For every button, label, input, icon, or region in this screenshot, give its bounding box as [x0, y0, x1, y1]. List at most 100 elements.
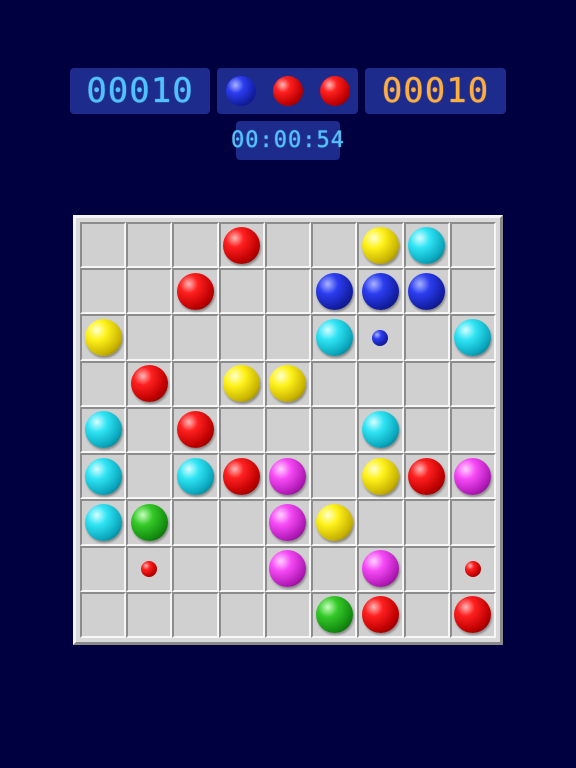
- ball-red[interactable]: [177, 272, 215, 310]
- ball-yellow[interactable]: [315, 503, 353, 541]
- board-cell[interactable]: [126, 314, 173, 361]
- board-cell[interactable]: [311, 591, 358, 638]
- board-cell[interactable]: [311, 360, 358, 407]
- board-cell[interactable]: [80, 314, 127, 361]
- ball-red[interactable]: [177, 411, 215, 449]
- board-cell[interactable]: [403, 591, 450, 638]
- ball-magenta[interactable]: [454, 457, 492, 495]
- ball-red[interactable]: [223, 226, 261, 264]
- board-cell[interactable]: [80, 591, 127, 638]
- ball-cyan[interactable]: [177, 457, 215, 495]
- board-cell[interactable]: [311, 499, 358, 546]
- ball-cyan[interactable]: [84, 503, 122, 541]
- board-cell[interactable]: [357, 499, 404, 546]
- ball-blue[interactable]: [315, 272, 353, 310]
- board-cell[interactable]: [357, 453, 404, 500]
- board-cell[interactable]: [264, 360, 312, 407]
- board-cell[interactable]: [403, 314, 450, 361]
- board-cell[interactable]: [449, 545, 496, 592]
- board-cell[interactable]: [403, 545, 450, 592]
- ball-red[interactable]: [408, 457, 446, 495]
- board-cell[interactable]: [449, 268, 496, 315]
- board-cell[interactable]: [264, 406, 312, 454]
- board-cell[interactable]: [172, 453, 219, 500]
- board-cell[interactable]: [449, 453, 496, 500]
- board-cell[interactable]: [403, 268, 450, 315]
- board-cell[interactable]: [311, 453, 358, 500]
- ball-green[interactable]: [130, 503, 168, 541]
- board-cell[interactable]: [449, 314, 496, 361]
- board-cell[interactable]: [218, 453, 265, 500]
- board-cell[interactable]: [218, 545, 265, 592]
- board-cell[interactable]: [172, 499, 219, 546]
- board-cell[interactable]: [311, 406, 358, 454]
- board-cell[interactable]: [403, 406, 450, 454]
- ball-magenta[interactable]: [269, 550, 307, 588]
- board-cell[interactable]: [172, 591, 219, 638]
- board-cell[interactable]: [449, 591, 496, 638]
- ball-yellow[interactable]: [361, 226, 399, 264]
- ball-yellow[interactable]: [84, 319, 122, 357]
- board-cell[interactable]: [218, 591, 265, 638]
- board-cell[interactable]: [218, 222, 265, 269]
- ball-cyan[interactable]: [84, 411, 122, 449]
- board-cell[interactable]: [172, 314, 219, 361]
- board-cell[interactable]: [172, 406, 219, 454]
- board-cell[interactable]: [264, 268, 312, 315]
- ball-magenta[interactable]: [361, 550, 399, 588]
- board-cell[interactable]: [449, 222, 496, 269]
- board-cell[interactable]: [264, 545, 312, 592]
- board-cell[interactable]: [218, 268, 265, 315]
- ball-cyan[interactable]: [408, 226, 446, 264]
- board-cell[interactable]: [357, 406, 404, 454]
- board-cell[interactable]: [126, 222, 173, 269]
- board-cell[interactable]: [172, 360, 219, 407]
- board-cell[interactable]: [357, 591, 404, 638]
- ball-magenta[interactable]: [269, 457, 307, 495]
- board-cell[interactable]: [218, 406, 265, 454]
- ball-blue[interactable]: [408, 272, 446, 310]
- board-cell[interactable]: [172, 222, 219, 269]
- board-cell[interactable]: [403, 222, 450, 269]
- ball-yellow[interactable]: [269, 365, 307, 403]
- board-cell[interactable]: [80, 406, 127, 454]
- board-cell[interactable]: [357, 360, 404, 407]
- board-cell[interactable]: [80, 268, 127, 315]
- ball-red[interactable]: [223, 457, 261, 495]
- board-cell[interactable]: [80, 453, 127, 500]
- ball-cyan[interactable]: [454, 319, 492, 357]
- ball-magenta[interactable]: [269, 503, 307, 541]
- board-cell[interactable]: [80, 545, 127, 592]
- board-cell[interactable]: [126, 453, 173, 500]
- board-cell[interactable]: [403, 453, 450, 500]
- board-cell[interactable]: [449, 406, 496, 454]
- board-cell[interactable]: [357, 222, 404, 269]
- board-cell[interactable]: [264, 453, 312, 500]
- board-cell[interactable]: [311, 268, 358, 315]
- board-cell[interactable]: [126, 591, 173, 638]
- board-cell[interactable]: [403, 360, 450, 407]
- board-cell[interactable]: [218, 360, 265, 407]
- board-cell[interactable]: [80, 499, 127, 546]
- board-cell[interactable]: [449, 360, 496, 407]
- board-cell[interactable]: [126, 499, 173, 546]
- board-cell[interactable]: [311, 545, 358, 592]
- ball-yellow[interactable]: [223, 365, 261, 403]
- ball-cyan[interactable]: [84, 457, 122, 495]
- ball-cyan[interactable]: [315, 319, 353, 357]
- ball-red[interactable]: [130, 365, 168, 403]
- ball-green[interactable]: [315, 596, 353, 634]
- board-cell[interactable]: [357, 268, 404, 315]
- board-cell[interactable]: [218, 314, 265, 361]
- ball-red[interactable]: [454, 596, 492, 634]
- board-cell[interactable]: [264, 314, 312, 361]
- board-cell[interactable]: [357, 545, 404, 592]
- board-cell[interactable]: [403, 499, 450, 546]
- board-cell[interactable]: [172, 268, 219, 315]
- board-cell[interactable]: [126, 268, 173, 315]
- board-cell[interactable]: [357, 314, 404, 361]
- board-cell[interactable]: [264, 222, 312, 269]
- ball-blue[interactable]: [361, 272, 399, 310]
- board-cell[interactable]: [449, 499, 496, 546]
- board-cell[interactable]: [80, 222, 127, 269]
